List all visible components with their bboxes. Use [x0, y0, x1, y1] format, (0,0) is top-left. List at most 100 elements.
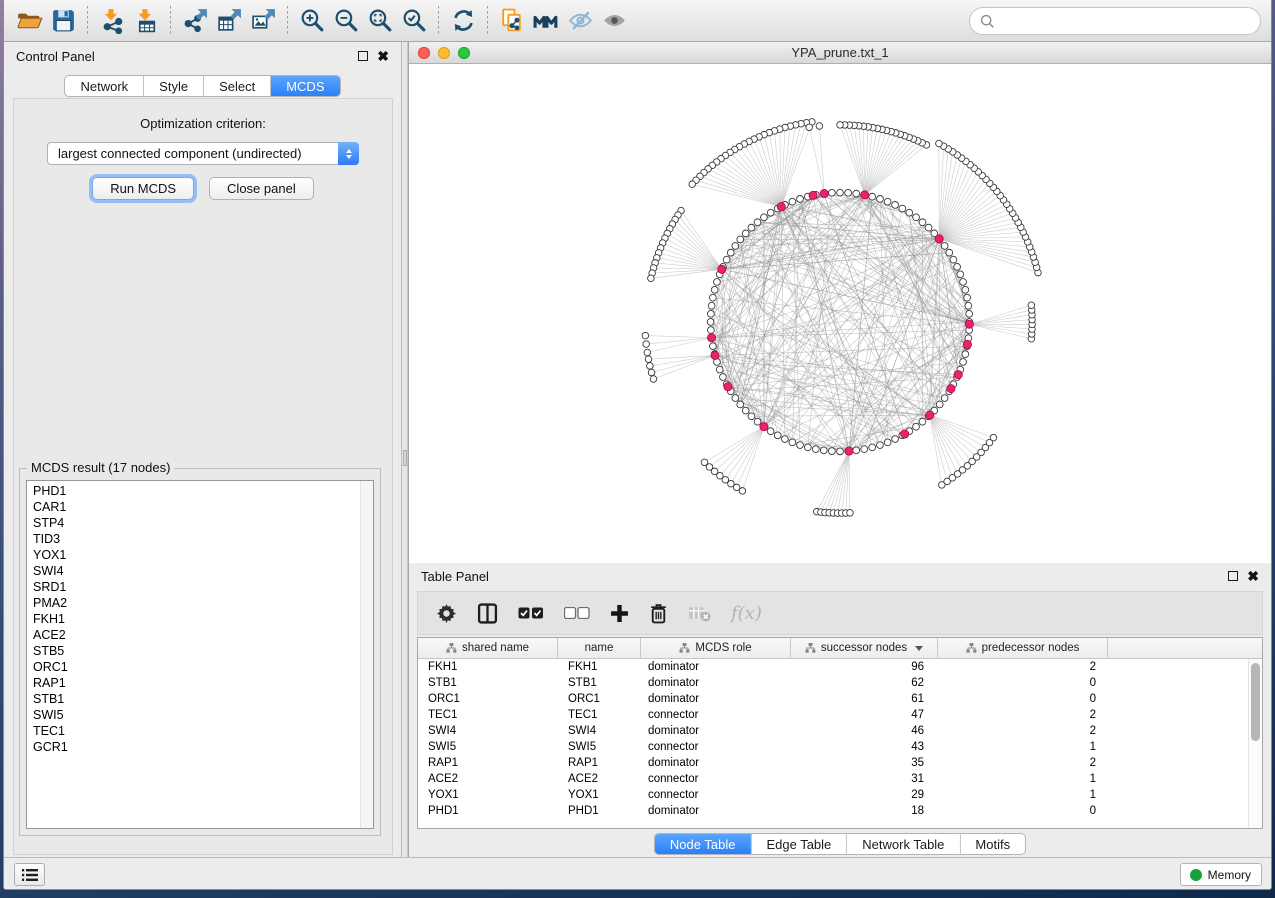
table-panel-title: Table Panel: [421, 569, 489, 584]
zoom-out-icon[interactable]: [329, 4, 363, 38]
table-row[interactable]: SWI4SWI4dominator462: [418, 723, 1262, 739]
toolbar-separator: [438, 6, 439, 36]
import-table-icon[interactable]: [129, 4, 163, 38]
dropdown-stepper-icon: [338, 142, 359, 165]
column-header[interactable]: name: [558, 638, 641, 658]
export-image-icon[interactable]: [246, 4, 280, 38]
main-toolbar: [4, 0, 1271, 42]
apply-layout-icon[interactable]: [446, 4, 480, 38]
table-row[interactable]: PHD1PHD1dominator180: [418, 803, 1262, 819]
table-row[interactable]: RAP1RAP1dominator352: [418, 755, 1262, 771]
tab-edge-table[interactable]: Edge Table: [750, 834, 846, 854]
memory-button[interactable]: Memory: [1180, 863, 1262, 886]
mcds-result-item[interactable]: TEC1: [27, 723, 373, 739]
status-bar: Memory: [4, 857, 1271, 889]
settings-gear-icon[interactable]: [436, 603, 457, 624]
column-header[interactable]: successor nodes: [791, 638, 938, 658]
toolbar-separator: [487, 6, 488, 36]
app-window: Control Panel ✖ Network Style Select MCD…: [3, 0, 1272, 890]
close-panel-button[interactable]: Close panel: [209, 177, 314, 200]
window-minimize-button[interactable]: [438, 47, 450, 59]
network-graph[interactable]: [409, 64, 1271, 563]
table-row[interactable]: YOX1YOX1connector291: [418, 787, 1262, 803]
control-panel-header: Control Panel ✖: [4, 42, 401, 70]
mcds-result-item[interactable]: SWI5: [27, 707, 373, 723]
column-header[interactable]: MCDS role: [641, 638, 791, 658]
tab-network[interactable]: Network: [65, 76, 143, 96]
table-row[interactable]: FKH1FKH1dominator962: [418, 659, 1262, 675]
function-builder-icon: f(x): [731, 603, 762, 624]
criterion-dropdown-value: largest connected component (undirected): [58, 146, 302, 161]
run-mcds-button[interactable]: Run MCDS: [92, 177, 194, 200]
control-panel-tabs: Network Style Select MCDS: [64, 75, 340, 97]
mcds-result-item[interactable]: STP4: [27, 515, 373, 531]
zoom-fit-icon[interactable]: [363, 4, 397, 38]
table-row[interactable]: ACE2ACE2connector311: [418, 771, 1262, 787]
toolbar-separator: [287, 6, 288, 36]
table-panel-header: Table Panel ✖: [409, 563, 1271, 589]
tab-motifs[interactable]: Motifs: [959, 834, 1025, 854]
mcds-result-item[interactable]: GCR1: [27, 739, 373, 755]
network-canvas[interactable]: [409, 64, 1271, 563]
mcds-result-item[interactable]: ORC1: [27, 659, 373, 675]
network-window-titlebar[interactable]: YPA_prune.txt_1: [409, 42, 1271, 64]
search-input[interactable]: [1001, 11, 1260, 31]
window-close-button[interactable]: [418, 47, 430, 59]
table-row[interactable]: SWI5SWI5connector431: [418, 739, 1262, 755]
table-row[interactable]: STB1STB1dominator620: [418, 675, 1262, 691]
mcds-result-item[interactable]: ACE2: [27, 627, 373, 643]
save-session-icon[interactable]: [46, 4, 80, 38]
mcds-result-item[interactable]: FKH1: [27, 611, 373, 627]
export-network-icon[interactable]: [178, 4, 212, 38]
mcds-result-item[interactable]: PHD1: [27, 481, 373, 499]
show-all-icon[interactable]: [597, 4, 631, 38]
float-panel-icon[interactable]: [1228, 571, 1238, 581]
mcds-list-scrollbar[interactable]: [360, 481, 373, 828]
column-header[interactable]: predecessor nodes: [938, 638, 1108, 658]
delete-row-icon[interactable]: [649, 603, 668, 624]
mcds-result-list[interactable]: PHD1CAR1STP4TID3YOX1SWI4SRD1PMA2FKH1ACE2…: [26, 480, 374, 829]
add-row-icon[interactable]: [610, 604, 629, 623]
memory-label: Memory: [1208, 868, 1251, 882]
mcds-result-item[interactable]: PMA2: [27, 595, 373, 611]
task-history-icon[interactable]: [14, 863, 45, 886]
mcds-result-item[interactable]: RAP1: [27, 675, 373, 691]
criterion-dropdown[interactable]: largest connected component (undirected): [47, 142, 359, 165]
mcds-result-group: MCDS result (17 nodes) PHD1CAR1STP4TID3Y…: [19, 468, 381, 836]
zoom-in-icon[interactable]: [295, 4, 329, 38]
show-column-icon[interactable]: [477, 603, 498, 624]
search-box: [969, 7, 1261, 35]
table-scrollbar[interactable]: [1248, 659, 1262, 828]
select-all-icon[interactable]: [518, 607, 544, 619]
tab-select[interactable]: Select: [203, 76, 270, 96]
divider-grabber[interactable]: [403, 450, 407, 466]
mcds-result-item[interactable]: SWI4: [27, 563, 373, 579]
column-header[interactable]: shared name: [418, 638, 558, 658]
tab-style[interactable]: Style: [143, 76, 203, 96]
close-panel-icon[interactable]: ✖: [1247, 571, 1259, 581]
tab-mcds[interactable]: MCDS: [270, 76, 339, 96]
export-table-icon[interactable]: [212, 4, 246, 38]
mcds-result-item[interactable]: CAR1: [27, 499, 373, 515]
first-neighbors-icon[interactable]: [529, 4, 563, 38]
mcds-result-item[interactable]: STB1: [27, 691, 373, 707]
float-panel-icon[interactable]: [358, 51, 368, 61]
mcds-result-item[interactable]: STB5: [27, 643, 373, 659]
panel-divider[interactable]: [401, 42, 408, 857]
hide-selected-icon[interactable]: [563, 4, 597, 38]
window-zoom-button[interactable]: [458, 47, 470, 59]
table-row[interactable]: ORC1ORC1dominator610: [418, 691, 1262, 707]
table-scrollbar-thumb[interactable]: [1251, 663, 1260, 741]
tab-node-table[interactable]: Node Table: [655, 834, 751, 854]
deselect-all-icon[interactable]: [564, 607, 590, 619]
mcds-result-item[interactable]: SRD1: [27, 579, 373, 595]
mcds-result-item[interactable]: YOX1: [27, 547, 373, 563]
tab-network-table[interactable]: Network Table: [846, 834, 959, 854]
zoom-selected-icon[interactable]: [397, 4, 431, 38]
network-from-selection-icon[interactable]: [495, 4, 529, 38]
table-row[interactable]: TEC1TEC1connector472: [418, 707, 1262, 723]
open-file-icon[interactable]: [12, 4, 46, 38]
mcds-result-item[interactable]: TID3: [27, 531, 373, 547]
close-panel-icon[interactable]: ✖: [377, 51, 389, 61]
import-network-icon[interactable]: [95, 4, 129, 38]
